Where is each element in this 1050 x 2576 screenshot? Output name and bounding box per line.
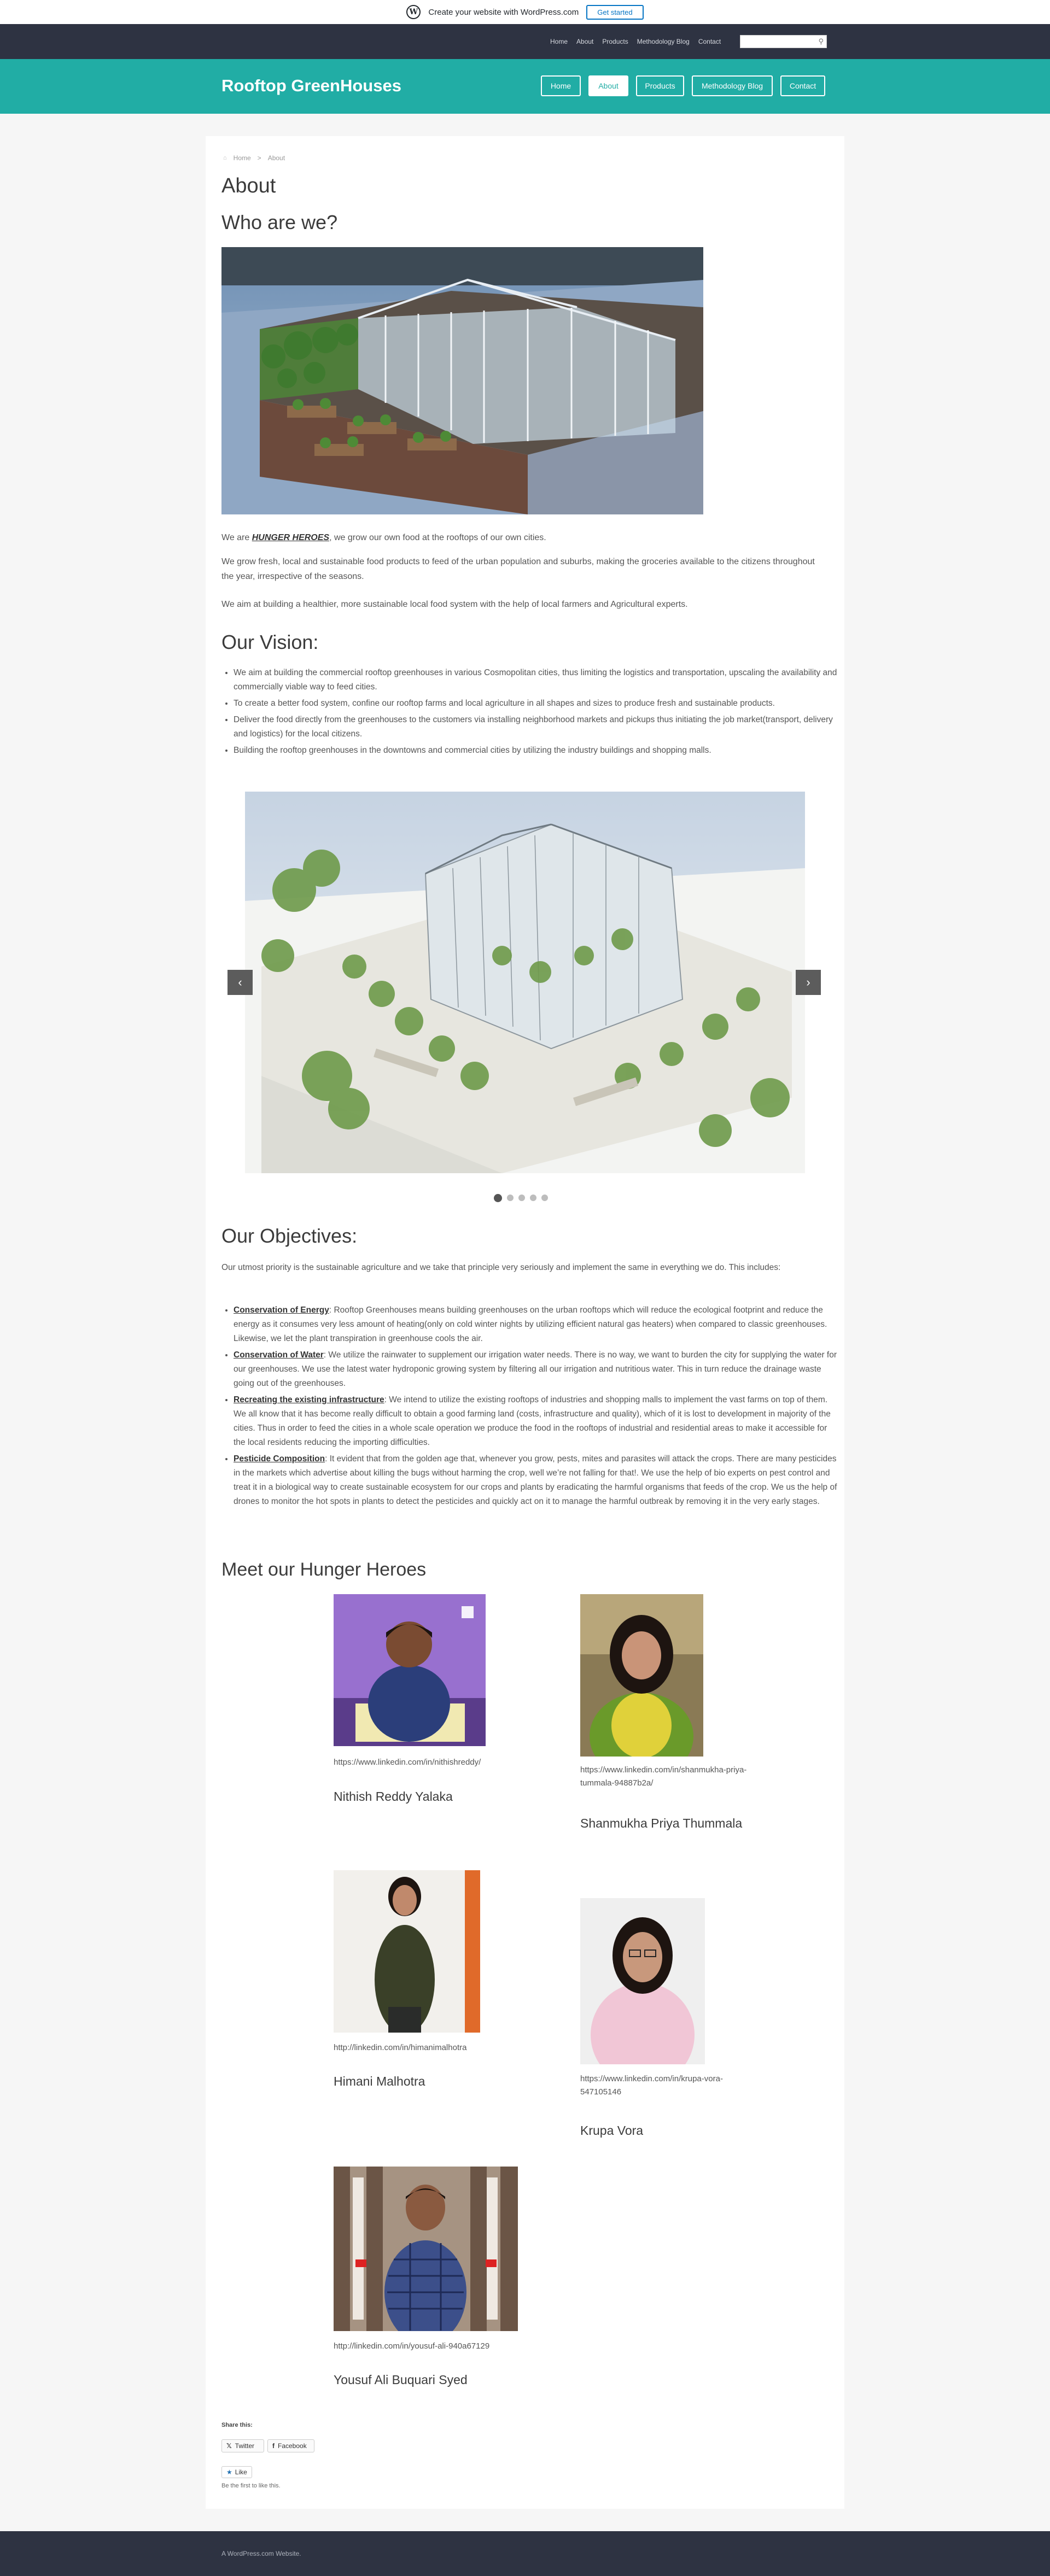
breadcrumb-home[interactable]: Home bbox=[234, 154, 251, 162]
slider-dots bbox=[494, 1194, 548, 1202]
slider-dot[interactable] bbox=[507, 1195, 514, 1201]
slider-dot[interactable] bbox=[494, 1194, 502, 1202]
menu-products[interactable]: Products bbox=[636, 75, 684, 96]
team-heading: Meet our Hunger Heroes bbox=[221, 1559, 427, 1580]
member-photo bbox=[334, 2167, 518, 2331]
member-name: Nithish Reddy Yalaka bbox=[334, 1789, 453, 1804]
main-menu: Home About Products Methodology Blog Con… bbox=[541, 75, 825, 96]
member-linkedin-link[interactable]: http://linkedin.com/in/himanimalhotra bbox=[334, 2041, 514, 2054]
objective-text: : We utilize the rainwater to supplement… bbox=[234, 1350, 837, 1388]
vision-item: Building the rooftop greenhouses in the … bbox=[234, 743, 841, 758]
slider-next-button[interactable]: › bbox=[796, 970, 821, 995]
like-button[interactable]: ★ Like bbox=[221, 2466, 252, 2478]
like-note: Be the first to like this. bbox=[221, 2483, 281, 2489]
vision-heading: Our Vision: bbox=[221, 631, 319, 653]
vision-list: We aim at building the commercial roofto… bbox=[221, 666, 841, 760]
breadcrumb-current: About bbox=[267, 154, 285, 162]
about-paragraph-2: We grow fresh, local and sustainable foo… bbox=[221, 557, 815, 581]
objective-title: Conservation of Water bbox=[234, 1350, 324, 1360]
objective-item: Pesticide Composition: It evident that f… bbox=[234, 1452, 841, 1509]
top-nav-links: Home About Products Methodology Blog Con… bbox=[550, 38, 721, 45]
member-linkedin-link[interactable]: https://www.linkedin.com/in/krupa-vora-5… bbox=[580, 2072, 761, 2099]
who-are-we-heading: Who are we? bbox=[221, 211, 338, 233]
top-nav-products[interactable]: Products bbox=[602, 38, 628, 45]
member-linkedin-link[interactable]: https://www.linkedin.com/in/nithishreddy… bbox=[334, 1756, 514, 1769]
top-nav-about[interactable]: About bbox=[576, 38, 593, 45]
menu-methodology-blog[interactable]: Methodology Blog bbox=[692, 75, 773, 96]
home-icon: ⌂ bbox=[223, 155, 227, 161]
search-icon[interactable]: ⚲ bbox=[818, 37, 824, 46]
intro-paragraph: We are HUNGER HEROES, we grow our own fo… bbox=[221, 530, 829, 545]
member-photo bbox=[334, 1594, 486, 1746]
slider-prev-button[interactable]: ‹ bbox=[228, 970, 253, 995]
share-twitter-button[interactable]: 𝕏 Twitter bbox=[221, 2439, 264, 2452]
site-footer: A WordPress.com Website. bbox=[0, 2531, 1050, 2576]
image-slider[interactable] bbox=[245, 792, 805, 1173]
chevron-left-icon: ‹ bbox=[238, 975, 242, 989]
member-name: Yousuf Ali Buquari Syed bbox=[334, 2373, 468, 2387]
site-title[interactable]: Rooftop GreenHouses bbox=[221, 76, 401, 96]
footer-credit-link[interactable]: A WordPress.com Website. bbox=[221, 2550, 301, 2557]
member-portrait bbox=[580, 1594, 703, 1757]
rooftop-greenhouse-image bbox=[221, 247, 703, 514]
wordpress-promo-text[interactable]: Create your website with WordPress.com bbox=[428, 8, 579, 17]
hunger-heroes-emphasis: HUNGER HEROES bbox=[252, 533, 330, 542]
objective-title: Conservation of Energy bbox=[234, 1305, 329, 1315]
slider-dot[interactable] bbox=[541, 1195, 548, 1201]
member-portrait bbox=[580, 1898, 705, 2064]
member-portrait bbox=[334, 1594, 486, 1746]
menu-home[interactable]: Home bbox=[541, 75, 581, 96]
objectives-heading: Our Objectives: bbox=[221, 1225, 358, 1247]
vision-item: To create a better food system, confine … bbox=[234, 696, 841, 711]
breadcrumb-separator: > bbox=[257, 154, 261, 162]
wordpress-logo-icon[interactable]: W bbox=[406, 5, 421, 19]
member-name: Krupa Vora bbox=[580, 2123, 644, 2138]
member-linkedin-link[interactable]: https://www.linkedin.com/in/shanmukha-pr… bbox=[580, 1764, 761, 1790]
page-title: About bbox=[221, 174, 276, 197]
slider-dot[interactable] bbox=[518, 1195, 525, 1201]
share-facebook-button[interactable]: f Facebook bbox=[267, 2439, 314, 2452]
member-linkedin-link[interactable]: http://linkedin.com/in/yousuf-ali-940a67… bbox=[334, 2340, 552, 2353]
like-label: Like bbox=[235, 2468, 247, 2476]
share-facebook-label: Facebook bbox=[278, 2442, 307, 2450]
site-header: Rooftop GreenHouses Home About Products … bbox=[0, 59, 1050, 114]
menu-about[interactable]: About bbox=[588, 75, 628, 96]
share-twitter-label: Twitter bbox=[235, 2442, 255, 2450]
search-input[interactable]: ⚲ bbox=[740, 35, 827, 48]
member-portrait bbox=[334, 1870, 480, 2033]
greenhouse-slide-image bbox=[245, 792, 805, 1173]
top-nav-contact[interactable]: Contact bbox=[698, 38, 721, 45]
top-nav-home[interactable]: Home bbox=[550, 38, 568, 45]
objective-item: Recreating the existing infrastructure: … bbox=[234, 1393, 841, 1450]
top-nav-methodology-blog[interactable]: Methodology Blog bbox=[637, 38, 690, 45]
breadcrumb: ⌂ Home > About bbox=[223, 154, 285, 162]
member-portrait bbox=[334, 2167, 518, 2331]
objective-title: Pesticide Composition bbox=[234, 1454, 325, 1463]
member-photo bbox=[334, 1870, 480, 2033]
vision-item: We aim at building the commercial roofto… bbox=[234, 666, 841, 694]
star-icon: ★ bbox=[226, 2468, 232, 2476]
member-photo bbox=[580, 1594, 703, 1757]
share-label: Share this: bbox=[221, 2422, 253, 2428]
wordpress-promo-bar: W Create your website with WordPress.com… bbox=[0, 0, 1050, 24]
intro-text-start: We are bbox=[221, 533, 252, 542]
chevron-right-icon: › bbox=[806, 975, 810, 989]
top-navigation: Home About Products Methodology Blog Con… bbox=[0, 24, 1050, 59]
member-photo bbox=[580, 1898, 705, 2064]
get-started-button[interactable]: Get started bbox=[586, 4, 644, 20]
vision-item: Deliver the food directly from the green… bbox=[234, 713, 841, 741]
objectives-list: Conservation of Energy: Rooftop Greenhou… bbox=[221, 1303, 841, 1511]
objectives-intro: Our utmost priority is the sustainable a… bbox=[221, 1263, 781, 1272]
intro-text-end: , we grow our own food at the rooftops o… bbox=[329, 533, 546, 542]
about-paragraph-3: We aim at building a healthier, more sus… bbox=[221, 600, 688, 609]
menu-contact[interactable]: Contact bbox=[780, 75, 825, 96]
member-name: Shanmukha Priya Thummala bbox=[580, 1816, 743, 1830]
objective-item: Conservation of Water: We utilize the ra… bbox=[234, 1348, 841, 1391]
objective-item: Conservation of Energy: Rooftop Greenhou… bbox=[234, 1303, 841, 1346]
slider-dot[interactable] bbox=[530, 1195, 536, 1201]
member-name: Himani Malhotra bbox=[334, 2074, 425, 2088]
twitter-icon: 𝕏 bbox=[226, 2442, 232, 2450]
facebook-icon: f bbox=[272, 2442, 275, 2450]
objective-title: Recreating the existing infrastructure bbox=[234, 1395, 384, 1404]
